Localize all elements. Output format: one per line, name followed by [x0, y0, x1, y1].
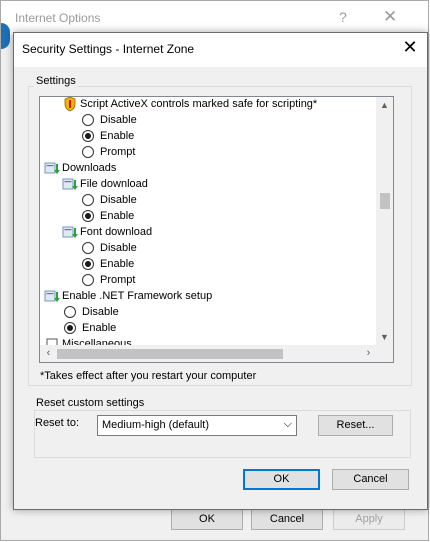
setting-option-prompt[interactable]: Prompt — [40, 272, 377, 288]
setting-option-disable[interactable]: Disable — [40, 240, 377, 256]
setting-label: File download — [80, 178, 148, 190]
radio-checked-icon[interactable] — [82, 258, 94, 270]
activex-shield-icon — [62, 97, 78, 112]
download-icon — [44, 288, 60, 304]
scrollbar-corner — [376, 345, 393, 362]
setting-label: Downloads — [62, 162, 117, 174]
ie-logo-edge — [1, 23, 10, 49]
setting-option-enable[interactable]: Enable — [40, 128, 377, 144]
reset-level-value: Medium-high (default) — [102, 419, 209, 431]
setting-label: Enable — [82, 322, 117, 334]
setting-category: Downloads — [40, 160, 377, 176]
download-icon — [62, 224, 78, 240]
setting-option-prompt[interactable]: Prompt — [40, 144, 377, 160]
cancel-button[interactable]: Cancel — [332, 469, 409, 490]
setting-label: Enable .NET Framework setup — [62, 290, 213, 302]
setting-label: Disable — [100, 194, 137, 206]
reset-button[interactable]: Reset... — [318, 415, 393, 436]
ok-button-background[interactable]: OK — [171, 509, 243, 530]
reset-group-label: Reset custom settings — [34, 397, 147, 409]
download-icon — [62, 176, 78, 192]
setting-item: Script ActiveX controls marked safe for … — [40, 97, 377, 112]
dialog-titlebar: Security Settings - Internet Zone ✕ — [14, 33, 427, 67]
scroll-left-icon[interactable]: ‹ — [40, 345, 57, 362]
close-icon[interactable]: ✕ — [400, 38, 420, 56]
security-settings-dialog: Security Settings - Internet Zone ✕ Sett… — [13, 32, 428, 510]
ok-button[interactable]: OK — [243, 469, 320, 490]
setting-item: File download — [40, 176, 377, 192]
setting-label: Enable — [100, 258, 135, 270]
setting-item: Enable .NET Framework setup — [40, 288, 377, 304]
horizontal-scroll-thumb[interactable] — [57, 349, 283, 359]
radio-unchecked-icon[interactable] — [82, 194, 94, 206]
scroll-up-icon[interactable]: ▲ — [376, 97, 393, 114]
dialog-title: Security Settings - Internet Zone — [22, 42, 195, 56]
setting-label: Prompt — [100, 146, 136, 158]
download-icon — [44, 160, 60, 176]
settings-tree[interactable]: Script ActiveX controls marked safe for … — [39, 96, 394, 363]
restart-note: *Takes effect after you restart your com… — [40, 370, 257, 382]
setting-option-disable[interactable]: Disable — [40, 304, 377, 320]
reset-level-dropdown[interactable]: Medium-high (default) ⌵ — [97, 415, 297, 436]
setting-label: Disable — [82, 306, 119, 318]
internet-options-titlebar: Internet Options ? ✕ — [1, 1, 428, 35]
setting-label: Script ActiveX controls marked safe for … — [80, 98, 318, 110]
settings-group-label: Settings — [34, 75, 78, 87]
scroll-down-icon[interactable]: ▼ — [376, 329, 393, 346]
cancel-button-background[interactable]: Cancel — [251, 509, 323, 530]
help-icon[interactable]: ? — [339, 9, 347, 25]
setting-option-enable[interactable]: Enable — [40, 320, 377, 336]
radio-unchecked-icon[interactable] — [64, 306, 76, 318]
radio-unchecked-icon[interactable] — [82, 146, 94, 158]
setting-item: Font download — [40, 224, 377, 240]
scroll-right-icon[interactable]: › — [360, 345, 377, 362]
radio-unchecked-icon[interactable] — [82, 274, 94, 286]
vertical-scroll-thumb[interactable] — [380, 193, 390, 209]
radio-checked-icon[interactable] — [82, 130, 94, 142]
setting-option-disable[interactable]: Disable — [40, 192, 377, 208]
setting-label: Font download — [80, 226, 153, 238]
radio-checked-icon[interactable] — [82, 210, 94, 222]
radio-checked-icon[interactable] — [64, 322, 76, 334]
radio-unchecked-icon[interactable] — [82, 242, 94, 254]
setting-option-disable[interactable]: Disable — [40, 112, 377, 128]
settings-tree-content: Script ActiveX controls marked safe for … — [40, 97, 377, 346]
radio-unchecked-icon[interactable] — [82, 114, 94, 126]
setting-label: Enable — [100, 130, 135, 142]
setting-label: Disable — [100, 114, 137, 126]
horizontal-scrollbar[interactable]: ‹ › — [40, 345, 377, 362]
close-icon[interactable]: ✕ — [383, 7, 397, 27]
setting-option-enable[interactable]: Enable — [40, 256, 377, 272]
setting-label: Enable — [100, 210, 135, 222]
chevron-down-icon: ⌵ — [283, 418, 292, 430]
apply-button: Apply — [333, 509, 405, 530]
reset-to-label: Reset to: — [35, 417, 80, 429]
vertical-scrollbar[interactable]: ▲ ▼ — [376, 97, 393, 346]
window-title: Internet Options — [15, 11, 101, 25]
setting-option-enable[interactable]: Enable — [40, 208, 377, 224]
setting-label: Disable — [100, 242, 137, 254]
setting-label: Prompt — [100, 274, 136, 286]
